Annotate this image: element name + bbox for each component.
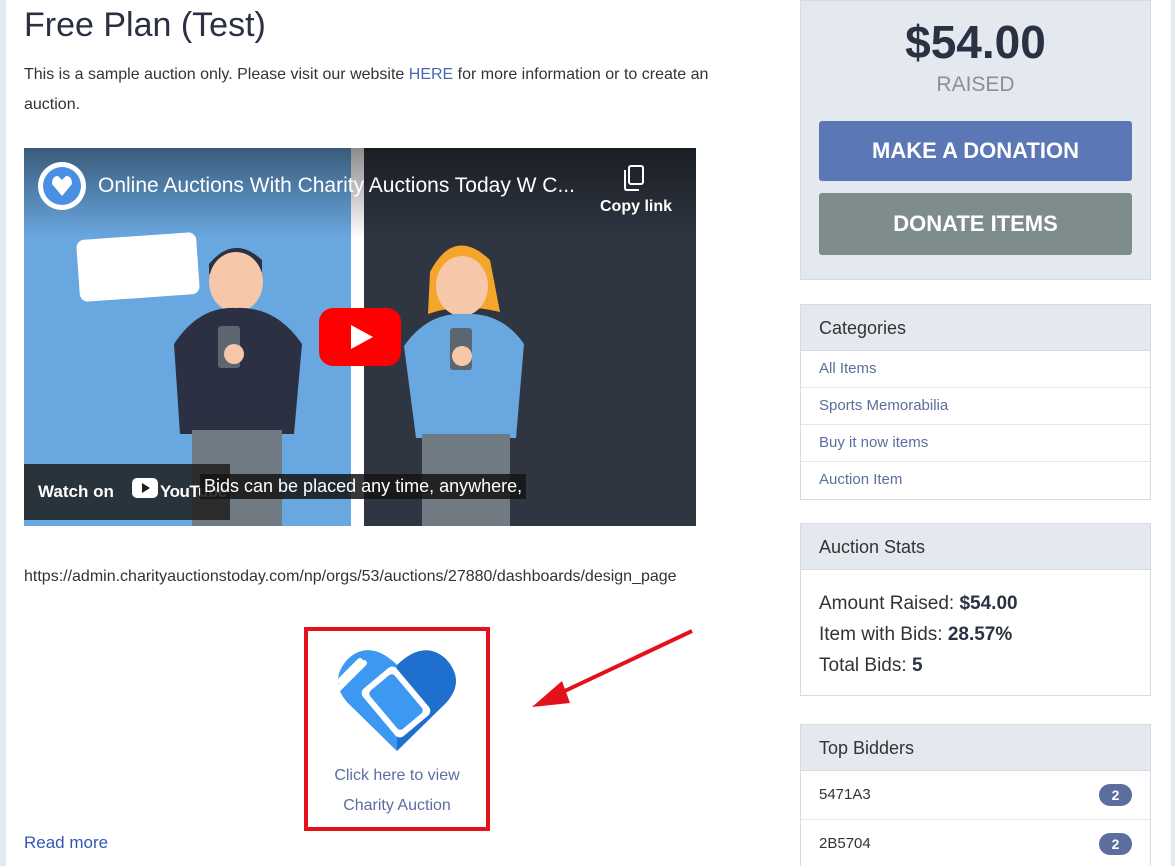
- watch-on-label: Watch on: [38, 482, 114, 501]
- bid-count-badge: 2: [1099, 784, 1132, 806]
- raised-label: RAISED: [936, 73, 1015, 96]
- category-all-items[interactable]: All Items: [801, 351, 1150, 388]
- stat-total-value: 5: [911, 655, 923, 676]
- charity-auction-link-text[interactable]: Click here to view Charity Auction: [308, 761, 486, 821]
- auction-stats-panel: Auction Stats Amount Raised: $54.00 Item…: [800, 523, 1151, 696]
- read-more-link[interactable]: Read more: [24, 833, 108, 853]
- category-sports-memorabilia[interactable]: Sports Memorabilia: [801, 388, 1150, 425]
- left-edge-strip: [0, 0, 6, 866]
- raised-amount: $54.00: [905, 16, 1046, 68]
- copy-link-label[interactable]: Copy link: [600, 198, 672, 216]
- video-title[interactable]: Online Auctions With Charity Auctions To…: [98, 174, 575, 198]
- link-text-line-1[interactable]: Click here to view: [308, 761, 486, 791]
- category-buy-it-now[interactable]: Buy it now items: [801, 425, 1150, 462]
- top-bidders-heading: Top Bidders: [801, 725, 1150, 771]
- category-auction-item[interactable]: Auction Item: [801, 462, 1150, 499]
- stat-items-with-bids: Item with Bids: 28.57%: [819, 619, 1132, 650]
- auction-stats-heading: Auction Stats: [801, 524, 1150, 570]
- intro-text-start: This is a sample auction only. Please vi…: [24, 66, 409, 83]
- stat-amount-value: $54.00: [959, 593, 1018, 614]
- make-donation-button[interactable]: MAKE A DONATION: [819, 121, 1132, 181]
- bidder-row: 2B5704 2: [801, 820, 1150, 866]
- copy-link-icon[interactable]: [622, 164, 646, 192]
- website-here-link[interactable]: HERE: [409, 66, 453, 83]
- bidder-id: 2B5704: [819, 835, 871, 852]
- stat-bids-label: Item with Bids:: [819, 624, 948, 645]
- stat-bids-value: 28.57%: [947, 624, 1013, 645]
- stat-amount-label: Amount Raised:: [819, 593, 960, 614]
- page-title: Free Plan (Test): [24, 6, 266, 44]
- raised-summary: $54.00 RAISED MAKE A DONATION DONATE ITE…: [800, 0, 1151, 280]
- charity-heart-icon[interactable]: [334, 645, 460, 757]
- auction-stats-body: Amount Raised: $54.00 Item with Bids: 28…: [801, 570, 1150, 695]
- bidder-row: 5471A3 2: [801, 771, 1150, 820]
- stat-total-label: Total Bids:: [819, 655, 912, 676]
- intro-text: This is a sample auction only. Please vi…: [24, 60, 764, 120]
- stat-total-bids: Total Bids: 5: [819, 650, 1132, 681]
- video-caption: Bids can be placed any time, anywhere,: [200, 474, 527, 499]
- dashboard-url-text: https://admin.charityauctionstoday.com/n…: [24, 568, 677, 585]
- red-arrow-icon: [532, 629, 693, 707]
- channel-logo-icon[interactable]: [38, 162, 86, 210]
- stat-amount-raised: Amount Raised: $54.00: [819, 588, 1132, 619]
- categories-heading: Categories: [801, 305, 1150, 351]
- top-bidders-panel: Top Bidders 5471A3 2 2B5704 2: [800, 724, 1151, 866]
- youtube-video-embed[interactable]: Online Auctions With Charity Auctions To…: [24, 148, 696, 526]
- donate-items-button[interactable]: DONATE ITEMS: [819, 193, 1132, 255]
- charity-auction-link[interactable]: Click here to view Charity Auction: [304, 627, 490, 831]
- bid-count-badge: 2: [1099, 833, 1132, 855]
- categories-panel: Categories All Items Sports Memorabilia …: [800, 304, 1151, 500]
- bidder-id: 5471A3: [819, 786, 871, 803]
- youtube-icon: [132, 478, 158, 498]
- play-icon[interactable]: [319, 308, 401, 366]
- link-text-line-2[interactable]: Charity Auction: [308, 791, 486, 821]
- right-edge-strip: [1171, 0, 1175, 866]
